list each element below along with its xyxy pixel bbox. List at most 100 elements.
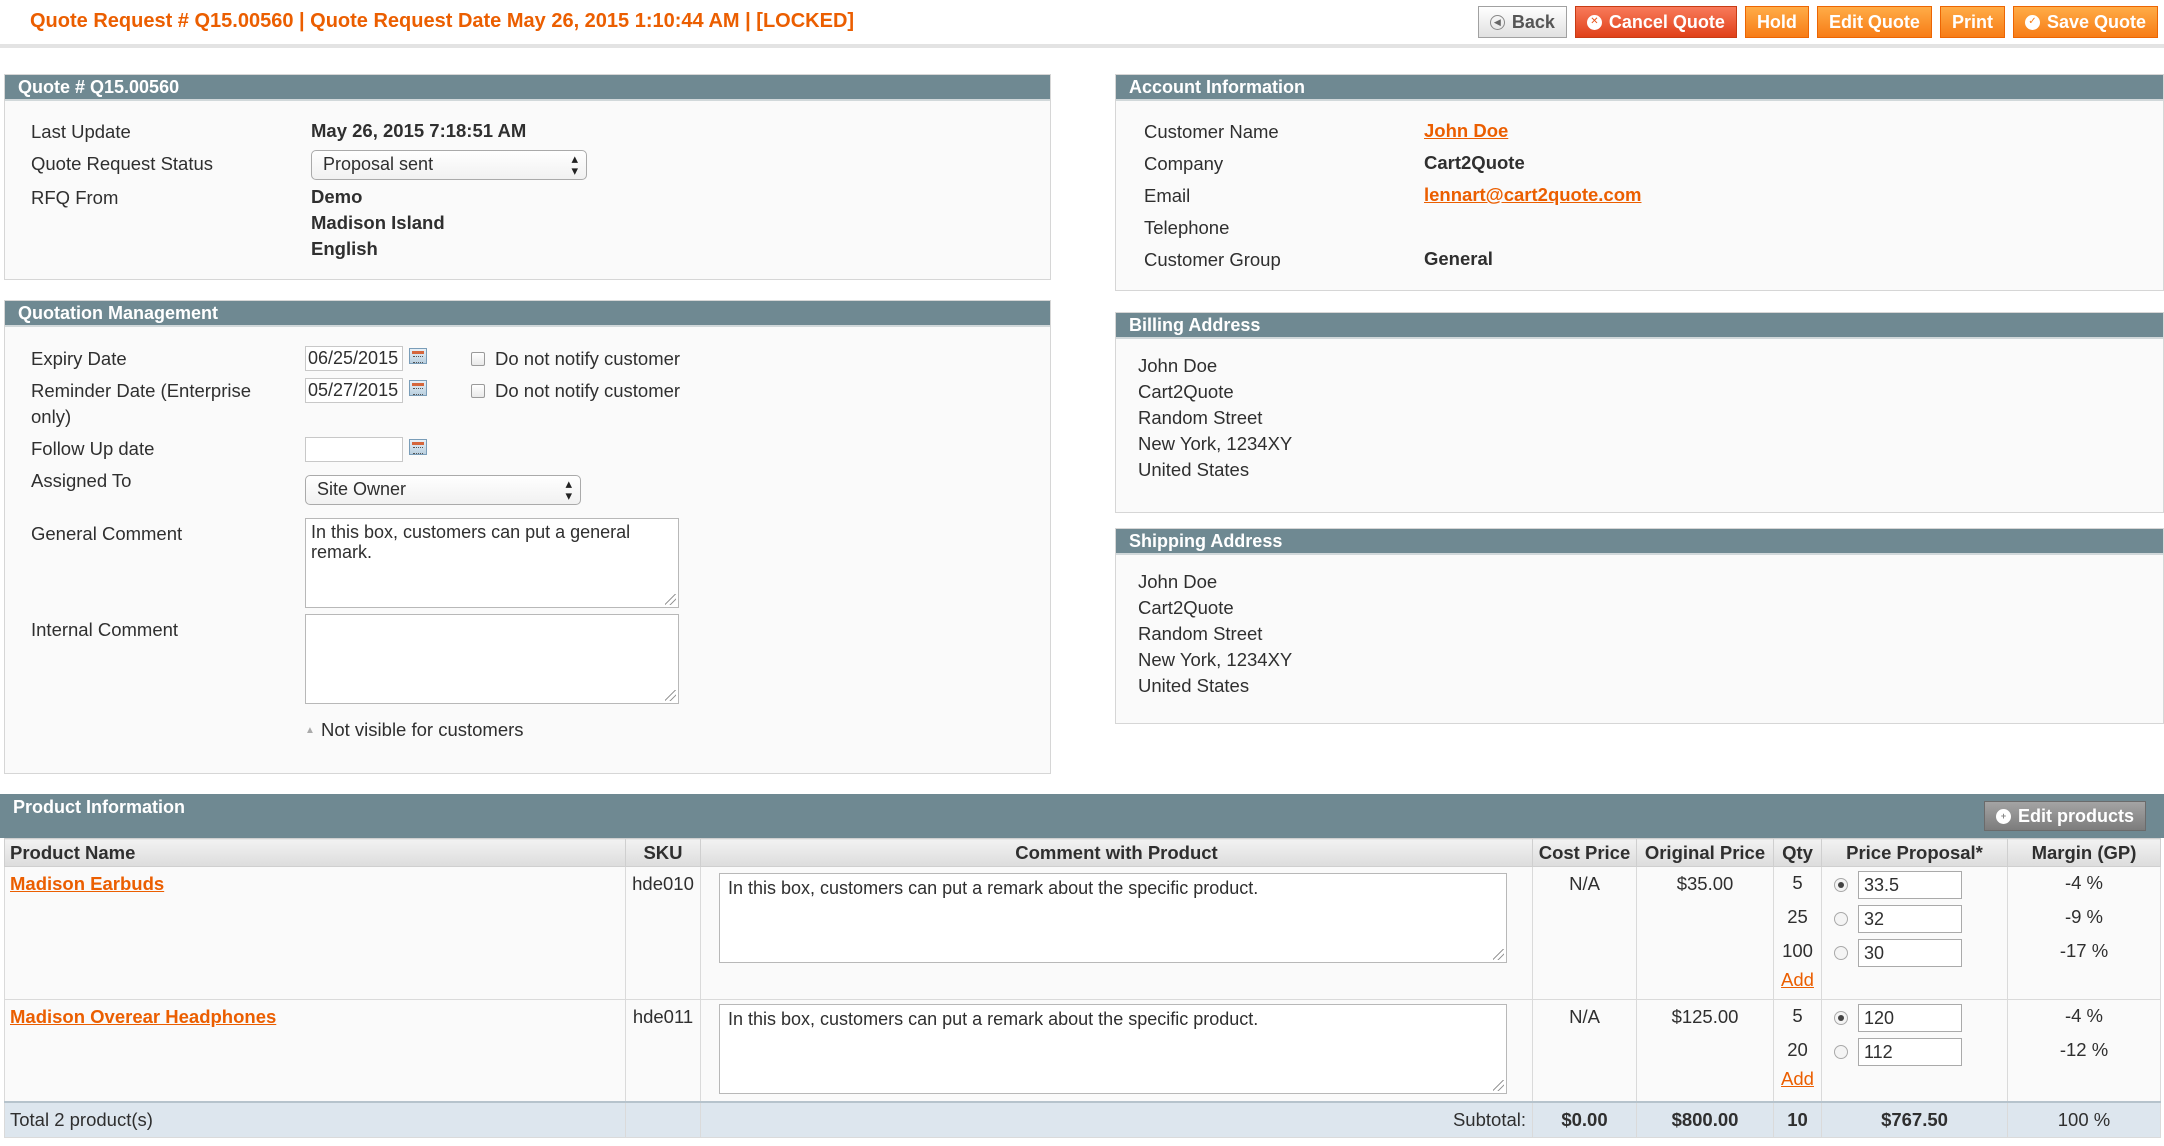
general-comment-textarea[interactable]: In this box, customers can put a general… (305, 518, 679, 608)
edit-products-label: Edit products (2018, 805, 2134, 826)
product-name-link[interactable]: Madison Overear Headphones (10, 1006, 276, 1027)
total-products-count: Total 2 product(s) (4, 1100, 626, 1138)
product-name-cell: Madison Earbuds (4, 866, 626, 1000)
internal-comment-label: Internal Comment (31, 619, 179, 640)
column-header-cost-price: Cost Price (1532, 838, 1637, 867)
reminder-calendar-icon[interactable] (409, 380, 427, 396)
back-button-label: Back (1511, 11, 1555, 32)
status-select-value: Proposal sent (323, 154, 434, 174)
total-qty: 10 (1773, 1100, 1822, 1138)
tier-margin: -17 % (2059, 940, 2109, 961)
expiry-notify-checkbox[interactable] (471, 352, 485, 366)
rfq-from-website: Madison Island (311, 212, 445, 233)
column-header-margin: Margin (GP) (2007, 838, 2161, 867)
tier-qty: 5 (1792, 872, 1803, 893)
tier-radio[interactable] (1834, 878, 1848, 892)
plus-icon: + (1996, 808, 2011, 824)
total-original-price: $800.00 (1636, 1100, 1774, 1138)
general-comment-label: General Comment (31, 523, 183, 544)
column-header-qty: Qty (1773, 838, 1822, 867)
total-cost-price: $0.00 (1532, 1100, 1637, 1138)
original-price-cell: $125.00 (1636, 999, 1774, 1102)
tier-radio[interactable] (1834, 946, 1848, 960)
price-proposal-input[interactable]: 120 (1858, 1004, 1962, 1032)
customer-name-link[interactable]: John Doe (1424, 120, 1508, 142)
rfq-from-store: Demo (311, 186, 363, 207)
sku-cell: hde010 (625, 866, 701, 1000)
tier-margin: -4 % (2064, 1005, 2104, 1026)
tier-radio[interactable] (1834, 1011, 1848, 1025)
margin-cell: -4 % -12 % (2007, 999, 2161, 1102)
company-value: Cart2Quote (1424, 152, 1525, 173)
hold-button[interactable]: Hold (1744, 6, 1809, 38)
shipping-company: Cart2Quote (1138, 597, 1234, 618)
product-comment-text: In this box, customers can put a remark … (728, 878, 1259, 898)
assigned-to-select[interactable]: Site Owner ▴ ▾ (305, 475, 581, 505)
column-header-original-price: Original Price (1636, 838, 1774, 867)
tier-radio[interactable] (1834, 912, 1848, 926)
tier-margin: -12 % (2059, 1039, 2109, 1060)
reminder-date-input[interactable]: 05/27/2015 (305, 378, 403, 403)
email-link[interactable]: lennart@cart2quote.com (1424, 184, 1641, 206)
billing-address-box: Billing Address John Doe Cart2Quote Rand… (1115, 312, 2164, 513)
expiry-date-input[interactable]: 06/25/2015 (305, 346, 403, 371)
reminder-notify-checkbox[interactable] (471, 384, 485, 398)
shipping-address-box: Shipping Address John Doe Cart2Quote Ran… (1115, 528, 2164, 724)
assigned-to-label: Assigned To (31, 470, 132, 491)
status-label: Quote Request Status (31, 153, 214, 174)
product-comment-textarea[interactable]: In this box, customers can put a remark … (719, 873, 1507, 963)
tier-radio[interactable] (1834, 1045, 1848, 1059)
column-header-price-proposal: Price Proposal* (1821, 838, 2008, 867)
expiry-notify-label: Do not notify customer (495, 348, 681, 369)
table-row: Madison Earbuds hde010 In this box, cust… (4, 866, 2161, 1000)
assigned-to-value: Site Owner (317, 479, 407, 499)
expiry-calendar-icon[interactable] (409, 348, 427, 364)
edit-quote-button[interactable]: Edit Quote (1816, 6, 1932, 38)
print-button[interactable]: Print (1939, 6, 2005, 38)
add-tier-link[interactable]: Add (1774, 969, 1821, 991)
customer-name-label: Customer Name (1144, 121, 1279, 142)
tier-qty: 20 (1787, 1039, 1808, 1060)
price-proposal-input[interactable]: 30 (1858, 939, 1962, 967)
comment-cell: In this box, customers can put a remark … (700, 999, 1533, 1102)
save-quote-button[interactable]: ✓ Save Quote (2012, 6, 2158, 38)
billing-country: United States (1138, 459, 1250, 480)
add-tier-link[interactable]: Add (1774, 1068, 1821, 1090)
resize-grip-icon[interactable] (1493, 949, 1504, 960)
customer-group-label: Customer Group (1144, 249, 1281, 270)
billing-company: Cart2Quote (1138, 381, 1234, 402)
totals-row: Total 2 product(s) Subtotal: $0.00 $800.… (4, 1100, 2161, 1138)
original-price-cell: $35.00 (1636, 866, 1774, 1000)
column-header-sku: SKU (625, 838, 701, 867)
price-proposal-input[interactable]: 112 (1858, 1038, 1962, 1066)
shipping-street: Random Street (1138, 623, 1263, 644)
reminder-date-label-line2: only) (31, 406, 72, 427)
page-title: Quote Request # Q15.00560 | Quote Reques… (30, 10, 855, 32)
cost-price-cell: N/A (1532, 866, 1637, 1000)
status-select[interactable]: Proposal sent ▴ ▾ (311, 150, 587, 180)
billing-city: New York, 1234XY (1138, 433, 1293, 454)
product-name-cell: Madison Overear Headphones (4, 999, 626, 1102)
checkmark-icon: ✓ (2024, 14, 2040, 30)
cancel-quote-label: Cancel Quote (1608, 11, 1725, 32)
internal-comment-note: Not visible for customers (321, 719, 524, 740)
resize-grip-icon[interactable] (1493, 1080, 1504, 1091)
cancel-quote-button[interactable]: ✕ Cancel Quote (1574, 6, 1737, 38)
resize-grip-icon[interactable] (665, 690, 676, 701)
edit-products-button[interactable]: + Edit products (1984, 801, 2146, 831)
price-proposal-input[interactable]: 32 (1858, 905, 1962, 933)
internal-comment-textarea[interactable] (305, 614, 679, 704)
quote-info-heading: Quote # Q15.00560 (5, 75, 1050, 101)
note-arrow-icon: ▲ (305, 725, 315, 736)
billing-name: John Doe (1138, 355, 1218, 376)
resize-grip-icon[interactable] (665, 594, 676, 605)
price-proposal-input[interactable]: 33.5 (1858, 871, 1962, 899)
back-button[interactable]: ◀ Back (1477, 6, 1567, 38)
product-name-link[interactable]: Madison Earbuds (10, 873, 164, 894)
follow-up-input[interactable] (305, 437, 403, 462)
qty-cell: 5 25 100 Add (1773, 866, 1822, 1000)
tier-qty: 100 (1782, 940, 1813, 961)
follow-up-calendar-icon[interactable] (409, 439, 427, 455)
save-quote-label: Save Quote (2046, 11, 2146, 32)
product-comment-textarea[interactable]: In this box, customers can put a remark … (719, 1004, 1507, 1094)
